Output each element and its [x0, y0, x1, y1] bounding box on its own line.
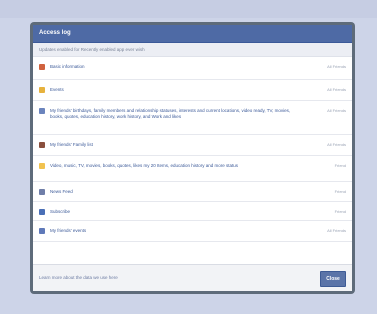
privacy-scope[interactable]: All Friends [306, 101, 346, 114]
list-item[interactable]: News Feed Friend [33, 182, 352, 202]
privacy-scope[interactable]: All Friends [306, 80, 346, 93]
permission-label: My friends' events [50, 228, 87, 233]
permission-icon [39, 189, 45, 195]
list-item[interactable]: My friends' Family list All Friends [33, 135, 352, 156]
list-item[interactable]: My friends' birthdays, family members an… [33, 101, 352, 135]
list-item[interactable]: My friends' events All Friends [33, 221, 352, 242]
top-shadow-strip [0, 0, 377, 18]
list-item[interactable]: Basic information All Friends [33, 57, 352, 80]
list-item[interactable]: Events All Friends [33, 80, 352, 101]
learn-more-link[interactable]: Learn more about the data we use here [39, 275, 118, 280]
dialog-panel: Access log Updates enabled for Recently … [33, 25, 352, 291]
permission-label: Subscribe [50, 209, 71, 214]
close-button[interactable]: Close [320, 271, 346, 287]
permission-icon [39, 142, 45, 148]
permission-icon [39, 163, 45, 169]
dialog-subtitle: Updates enabled for Recently enabled app… [33, 43, 352, 57]
permissions-list: Basic information All Friends Events All Fr… [33, 57, 352, 265]
permission-label: My friends' birthdays, family members an… [50, 108, 291, 119]
privacy-scope[interactable]: All Friends [306, 221, 346, 234]
list-item[interactable]: Subscribe Friend [33, 202, 352, 221]
permission-icon [39, 87, 45, 93]
permission-label: Events [50, 87, 64, 92]
permission-label: My friends' Family list [50, 142, 93, 147]
privacy-scope[interactable]: Friend [306, 202, 346, 215]
permission-icon [39, 64, 45, 70]
dialog-footer: Learn more about the data we use here Cl… [33, 264, 352, 291]
list-item[interactable]: Video, music, TV, movies, books, quotes,… [33, 156, 352, 182]
privacy-scope[interactable]: All Friends [306, 57, 346, 70]
privacy-scope[interactable]: All Friends [306, 135, 346, 148]
privacy-scope[interactable]: Friend [306, 182, 346, 195]
permission-icon [39, 228, 45, 234]
permission-label: Basic information [50, 64, 85, 69]
access-log-dialog: Access log Updates enabled for Recently … [30, 22, 355, 294]
privacy-scope[interactable]: Friend [306, 156, 346, 169]
permission-icon [39, 209, 45, 215]
dialog-titlebar: Access log [33, 25, 352, 43]
permission-icon [39, 108, 45, 114]
permission-label: News Feed [50, 189, 73, 194]
permission-label: Video, music, TV, movies, books, quotes,… [50, 163, 239, 168]
